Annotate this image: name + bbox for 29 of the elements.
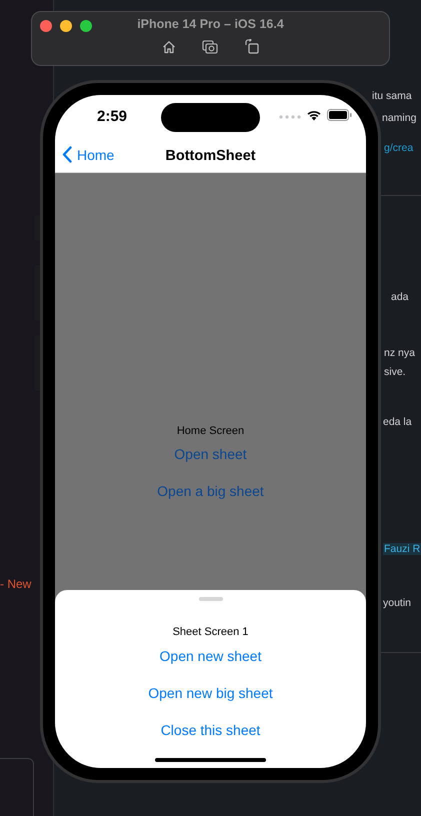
rotate-icon[interactable]	[244, 39, 259, 54]
text-button[interactable]: Open new big sheet	[148, 685, 273, 701]
screen-label: Home Screen	[176, 425, 244, 437]
back-button[interactable]: Home	[62, 146, 114, 163]
minimize-button[interactable]	[60, 20, 72, 32]
message-link[interactable]: g/crea	[384, 142, 414, 154]
text-button[interactable]: Open new sheet	[160, 648, 262, 664]
signal-icon	[279, 115, 301, 119]
message-text: sive.	[384, 366, 406, 378]
message-text: naming	[382, 112, 416, 124]
sidebar-label[interactable]: - New	[0, 577, 32, 591]
message-mention[interactable]: Fauzi R	[383, 543, 421, 555]
sheet-title: Sheet Screen 1	[172, 626, 248, 638]
text-button[interactable]: Close this sheet	[160, 722, 260, 738]
message-text: ada	[391, 291, 409, 303]
home-icon[interactable]	[162, 40, 176, 54]
wifi-icon	[306, 109, 322, 121]
battery-icon	[327, 109, 352, 121]
nav-title: BottomSheet	[165, 148, 256, 164]
message-text: eda la	[383, 416, 412, 428]
status-time: 2:59	[97, 108, 128, 125]
message-text: youtin	[383, 597, 412, 609]
chevron-left-icon	[62, 146, 72, 163]
window-title: iPhone 14 Pro – iOS 16.4	[137, 17, 284, 31]
screenshot-icon[interactable]	[202, 40, 218, 54]
message-text: itu sama	[372, 90, 412, 102]
close-button[interactable]	[40, 20, 52, 32]
message-text: nz nya	[384, 347, 415, 359]
zoom-button[interactable]	[80, 20, 92, 32]
